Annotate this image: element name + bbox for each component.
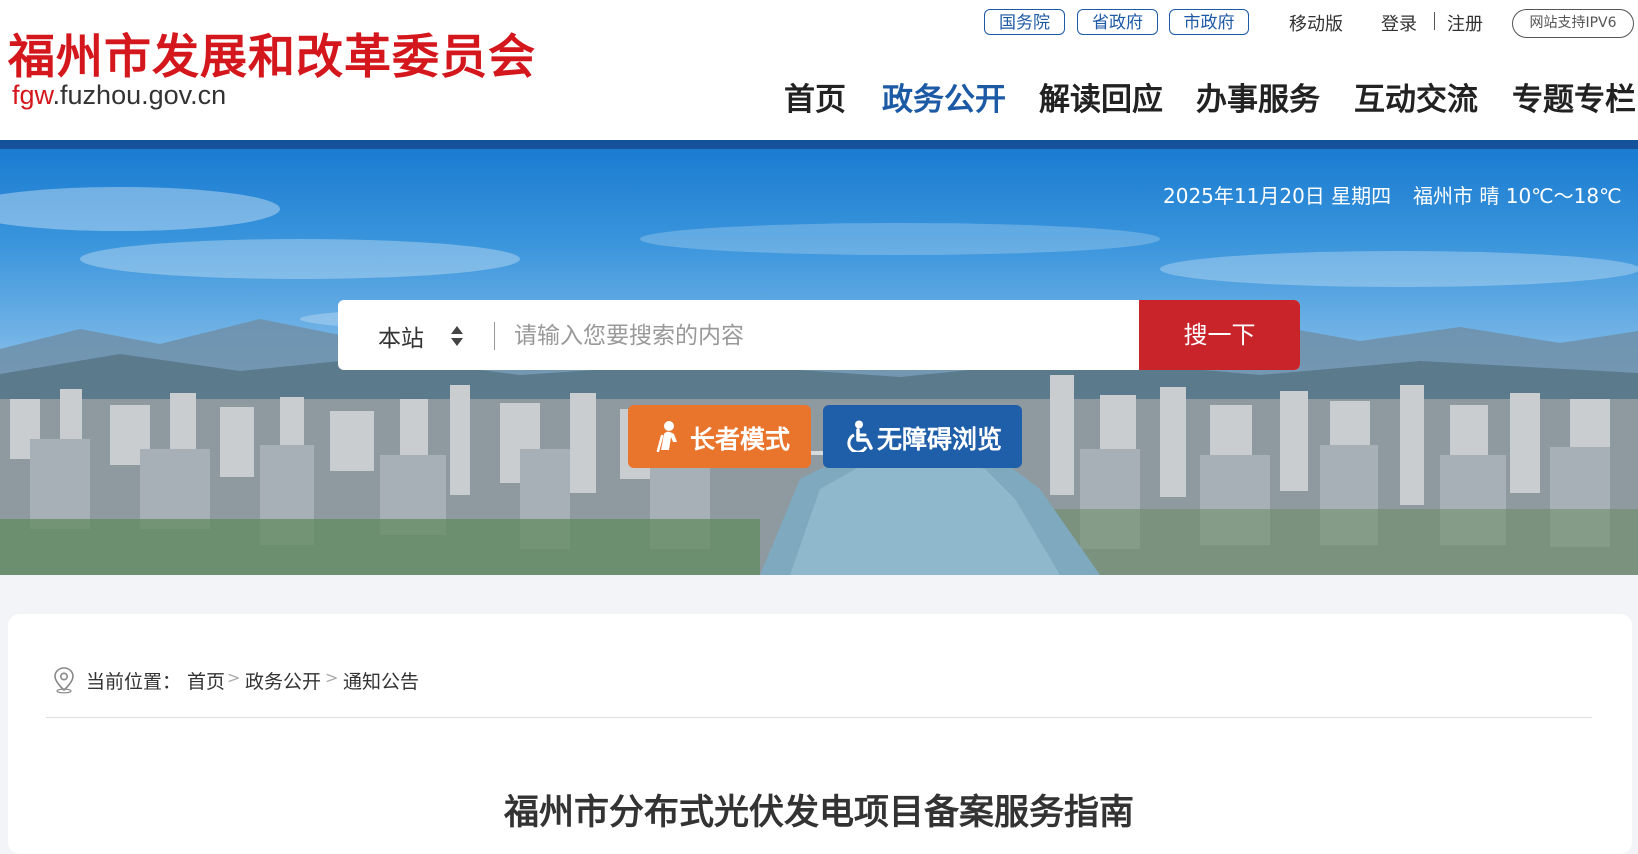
elder-mode-button[interactable]: 长者模式: [628, 405, 811, 468]
nav-home[interactable]: 首页: [784, 74, 846, 119]
register-link[interactable]: 注册: [1447, 10, 1483, 36]
sort-arrows-icon[interactable]: [450, 324, 464, 348]
link-provincial-gov[interactable]: 省政府: [1077, 9, 1158, 35]
search-bar: 本站 搜一下: [338, 300, 1300, 370]
wheelchair-icon: [847, 420, 873, 452]
nav-gov-affairs[interactable]: 政务公开: [882, 74, 1006, 119]
breadcrumb-notices[interactable]: 通知公告: [343, 667, 419, 694]
breadcrumb-separator: >: [227, 668, 241, 687]
nav-interpretation[interactable]: 解读回应: [1039, 74, 1163, 119]
login-link[interactable]: 登录: [1381, 10, 1417, 36]
site-header: 福州市发展和改革委员会 fgw.fuzhou.gov.cn 国务院 省政府 市政…: [0, 0, 1638, 140]
link-city-gov[interactable]: 市政府: [1169, 9, 1249, 35]
elder-person-icon: [656, 421, 677, 452]
nav-interaction[interactable]: 互动交流: [1354, 74, 1478, 119]
site-domain: fgw.fuzhou.gov.cn: [12, 80, 226, 111]
login-divider: [1434, 12, 1435, 30]
article-title: 福州市分布式光伏发电项目备案服务指南: [503, 793, 1134, 833]
link-state-council[interactable]: 国务院: [984, 9, 1065, 35]
site-logo-title[interactable]: 福州市发展和改革委员会: [8, 18, 536, 87]
header-accent-bar: [0, 140, 1638, 149]
breadcrumb-separator: >: [325, 668, 339, 687]
breadcrumb-label: 当前位置：: [86, 671, 182, 693]
nav-services[interactable]: 办事服务: [1196, 74, 1320, 119]
breadcrumb-gov-affairs[interactable]: 政务公开: [245, 667, 321, 694]
search-scope-select[interactable]: 本站: [378, 319, 424, 353]
breadcrumb-divider: [46, 717, 1592, 718]
search-button[interactable]: 搜一下: [1139, 300, 1300, 370]
nav-special-topics[interactable]: 专题专栏: [1512, 74, 1636, 119]
domain-prefix: fgw: [12, 80, 53, 110]
search-input[interactable]: [512, 300, 1116, 370]
search-divider: [494, 322, 495, 350]
accessible-browse-button[interactable]: 无障碍浏览: [823, 405, 1022, 468]
location-pin-icon: [54, 667, 74, 694]
mobile-version-link[interactable]: 移动版: [1289, 10, 1343, 36]
current-date: 2025年11月20日 星期四: [1163, 184, 1392, 208]
breadcrumb-home[interactable]: 首页: [187, 667, 225, 694]
ipv6-badge: 网站支持IPV6: [1512, 9, 1634, 38]
elder-mode-label: 长者模式: [690, 425, 791, 454]
domain-rest: .fuzhou.gov.cn: [52, 80, 227, 110]
accessible-browse-label: 无障碍浏览: [877, 425, 1003, 454]
weather-info: 福州市 晴 10℃～18℃: [1413, 184, 1622, 208]
